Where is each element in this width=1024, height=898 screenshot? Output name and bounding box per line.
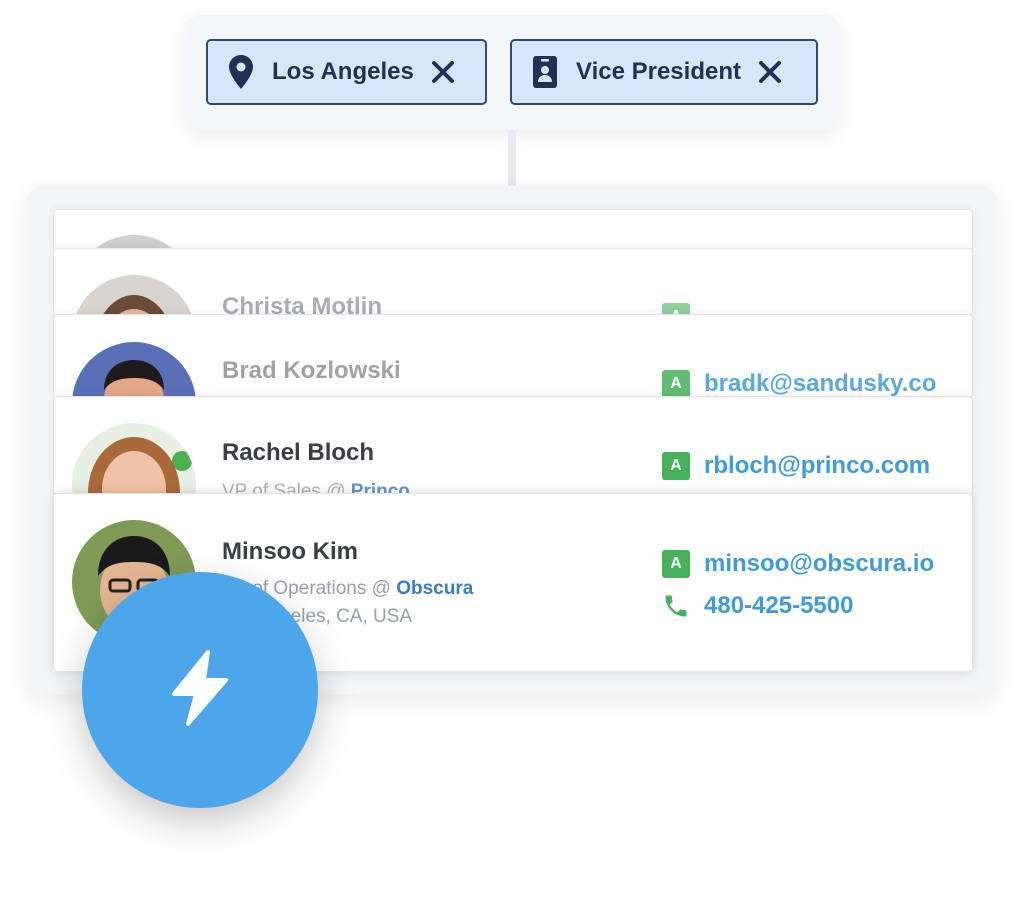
- contact-name: Christa Motlin: [222, 293, 382, 316]
- contact-phone[interactable]: 480-425-5500: [662, 592, 853, 620]
- contact-card[interactable]: Brad Kozlowski A bradk@sandusky.co: [53, 314, 973, 398]
- contact-card[interactable]: Rachel Bloch VP of Sales @ Princo A rblo…: [53, 396, 973, 496]
- email-badge-icon: A: [662, 550, 690, 578]
- avatar: [72, 423, 196, 495]
- contact-email[interactable]: A bradk@sandusky.co: [662, 370, 936, 397]
- connector-line: [508, 130, 516, 186]
- close-icon[interactable]: [757, 59, 783, 85]
- quick-action-button[interactable]: [82, 572, 318, 808]
- contact-name: Minsoo Kim: [222, 538, 358, 565]
- contact-card[interactable]: Christa Motlin A: [53, 248, 973, 316]
- lightning-bolt-icon: [160, 648, 240, 733]
- contact-name: Brad Kozlowski: [222, 357, 401, 384]
- filter-chip-label: Los Angeles: [272, 58, 414, 85]
- filter-chip-location[interactable]: Los Angeles: [206, 39, 487, 105]
- phone-icon: [662, 592, 690, 620]
- id-badge-icon: [532, 54, 558, 90]
- contact-card[interactable]: [53, 209, 973, 251]
- email-badge-icon: A: [662, 452, 690, 480]
- email-badge-icon: A: [662, 370, 690, 397]
- filter-chip-label: Vice President: [576, 58, 741, 85]
- contact-email[interactable]: A rbloch@princo.com: [662, 452, 930, 480]
- company-link[interactable]: Obscura: [396, 578, 473, 599]
- filter-chip-title[interactable]: Vice President: [510, 39, 818, 105]
- filter-bar: Los Angeles Vice President: [185, 15, 840, 130]
- avatar: [72, 275, 196, 315]
- contact-name: Rachel Bloch: [222, 439, 375, 466]
- avatar: [72, 342, 196, 397]
- contact-email[interactable]: A minsoo@obscura.io: [662, 550, 934, 578]
- close-icon[interactable]: [430, 59, 456, 85]
- map-pin-icon: [228, 54, 254, 90]
